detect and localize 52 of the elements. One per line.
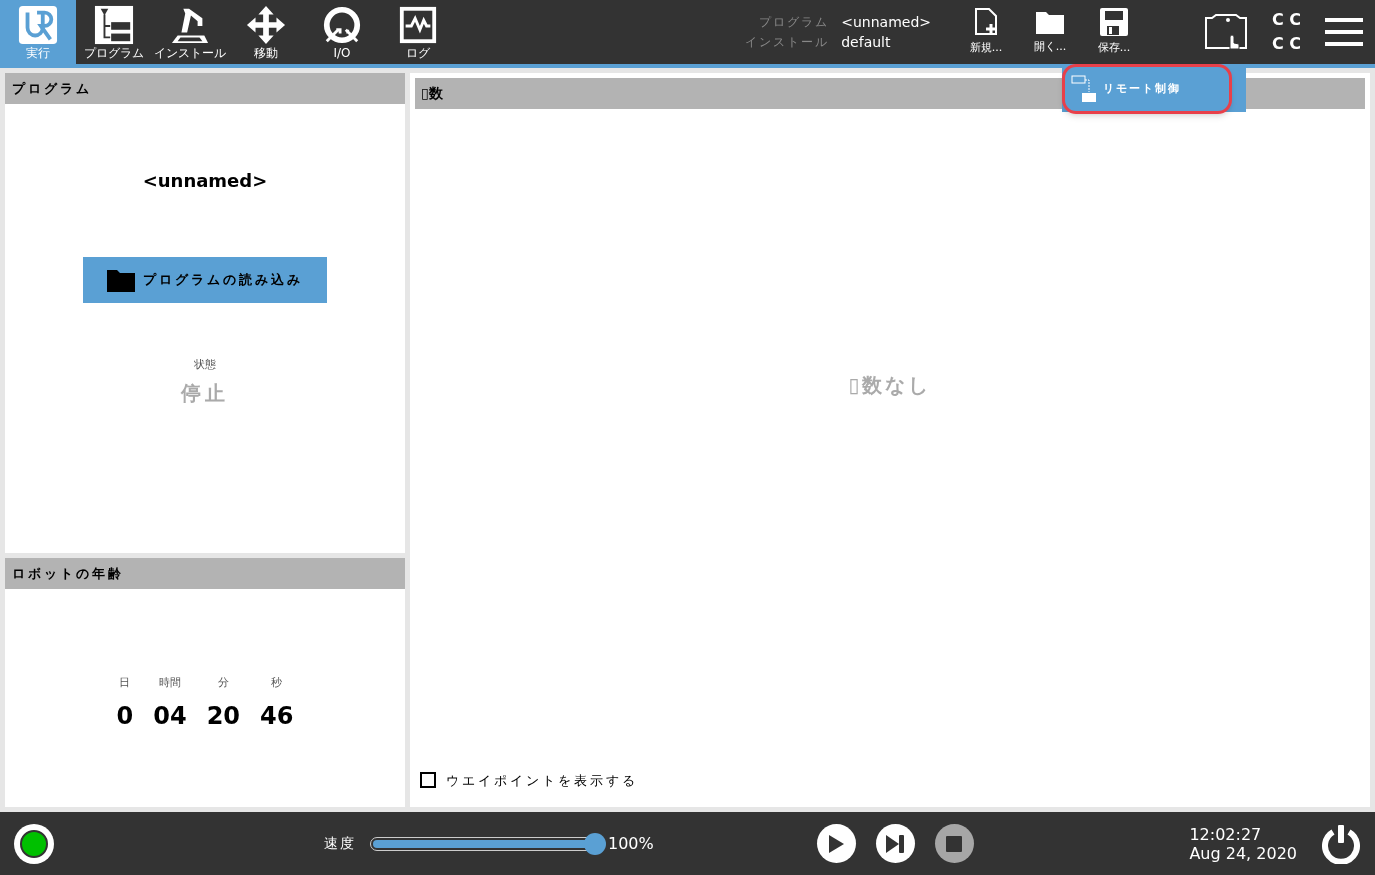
speed-slider[interactable]	[370, 832, 606, 855]
logo-icon	[18, 4, 58, 45]
unit-label: 分	[217, 675, 229, 691]
new-button[interactable]: 新規...	[955, 0, 1017, 64]
play-button[interactable]	[816, 824, 856, 863]
show-waypoints-checkbox[interactable]: ウエイポイントを表示する	[415, 770, 1365, 802]
panel-header: プログラム	[5, 73, 405, 104]
nav-tab[interactable]: 移動	[228, 0, 304, 64]
status-text: C C	[1271, 9, 1301, 31]
unit-value: 0	[116, 700, 134, 732]
menu-icon[interactable]	[1325, 17, 1363, 47]
stop-icon	[946, 835, 963, 852]
open-button[interactable]: 開く...	[1019, 0, 1081, 64]
new-file-icon	[974, 7, 998, 36]
play-icon	[827, 833, 846, 854]
unit-value: 46	[260, 700, 294, 732]
remote-control-icon	[1071, 74, 1097, 104]
unit-value: 04	[153, 700, 187, 732]
speed-label: 速度	[324, 834, 356, 853]
empty-message: ▯数なし	[848, 371, 932, 399]
nav-tab[interactable]: ログ	[380, 0, 456, 64]
program-label: プログラム	[758, 14, 830, 31]
speed-reading: 100%	[608, 832, 654, 855]
save-button[interactable]: 保存...	[1083, 0, 1145, 64]
program-name: <unnamed>	[841, 13, 931, 32]
installation-label: インストール	[745, 34, 830, 51]
nav-tab[interactable]: インストール	[152, 0, 228, 64]
status-indicator	[14, 823, 54, 864]
status-text: C C	[1271, 33, 1301, 55]
log-chart-icon	[398, 4, 438, 45]
program-name: <unnamed>	[142, 169, 268, 193]
unit-label: 秒	[271, 675, 283, 691]
unit-label: 日	[119, 675, 131, 691]
panel-header: ロボットの年齢	[5, 558, 405, 589]
status-value: 停止	[181, 379, 229, 407]
unit-label: 時間	[158, 675, 181, 691]
folder-icon	[107, 268, 135, 292]
skip-next-icon	[885, 833, 906, 854]
installation-name: default	[841, 33, 892, 52]
step-button[interactable]	[875, 824, 915, 863]
io-ring-icon	[322, 4, 362, 45]
nav-tab[interactable]: プログラム	[76, 0, 152, 64]
program-tree-icon	[94, 4, 134, 45]
nav-tab[interactable]: I/O	[304, 0, 380, 64]
status-label: 状態	[194, 357, 216, 373]
power-icon[interactable]	[1321, 823, 1361, 864]
load-program-button[interactable]: プログラムの読み込み	[83, 257, 327, 303]
move-arrows-icon	[246, 4, 286, 45]
tablet-touch-icon[interactable]	[1203, 14, 1248, 50]
clock-time: 12:02:27	[1189, 824, 1263, 844]
clock-date: Aug 24, 2020	[1189, 843, 1297, 863]
unit-value: 20	[206, 700, 241, 732]
